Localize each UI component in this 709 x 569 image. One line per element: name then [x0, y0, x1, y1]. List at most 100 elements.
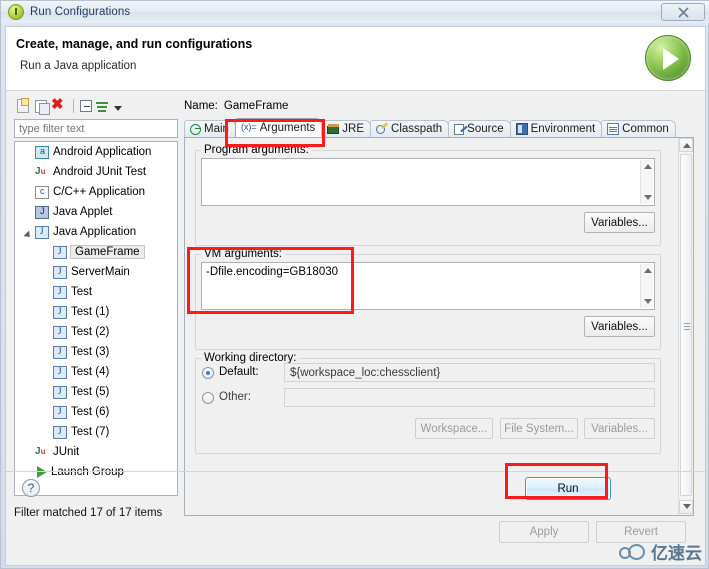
workspace-button[interactable]: Workspace...	[415, 418, 493, 439]
page-subtitle: Run a Java application	[20, 60, 137, 72]
expand-arrow-icon[interactable]	[25, 228, 34, 237]
tree-item[interactable]: Test (2)	[15, 322, 177, 342]
working-directory-variables-button[interactable]: Variables...	[584, 418, 655, 439]
help-button[interactable]: ?	[22, 479, 40, 497]
vm-arguments-value: -Dfile.encoding=GB18030	[206, 266, 339, 278]
java-icon	[53, 325, 67, 339]
new-document-icon[interactable]	[17, 98, 29, 113]
tab-main[interactable]: Main	[184, 120, 236, 137]
run-button[interactable]: Run	[525, 477, 611, 500]
red-delete-x-icon[interactable]: ✖	[51, 97, 67, 114]
tree-item[interactable]: Test (1)	[15, 302, 177, 322]
tree-item-label: Test (5)	[71, 386, 110, 398]
page-title: Create, manage, and run configurations	[16, 37, 253, 51]
arguments-tab-panel: Program arguments: Variables... VM argum…	[184, 138, 694, 516]
apply-button[interactable]: Apply	[499, 521, 589, 543]
program-arguments-label: Program arguments:	[201, 144, 312, 156]
scroll-down-icon[interactable]	[644, 195, 652, 200]
tab-label: Environment	[530, 123, 596, 135]
environment-tab-icon	[515, 123, 528, 135]
tree-item[interactable]: Test (4)	[15, 362, 177, 382]
tree-item[interactable]: Test	[15, 282, 177, 302]
tree-item-label: Test (2)	[71, 326, 110, 338]
vm-arguments-scrollbar[interactable]	[640, 264, 653, 308]
scroll-up-icon[interactable]	[644, 164, 652, 169]
tab-arguments[interactable]: (x)= Arguments	[234, 118, 323, 137]
tab-strip: Main (x)= Arguments JRE Classpath Source Envir…	[184, 118, 694, 138]
tree-item[interactable]: Java Application	[15, 222, 177, 242]
classpath-tab-icon	[376, 123, 388, 135]
launch-group-icon	[37, 466, 47, 478]
tree-item[interactable]: Test (3)	[15, 342, 177, 362]
tree-item-label: Launch Group	[51, 466, 124, 478]
configuration-editor-panel: Name: GameFrame Main (x)= Arguments JRE Clas…	[184, 95, 696, 543]
tree-item[interactable]: GameFrame	[15, 242, 177, 262]
tab-source[interactable]: Source	[448, 120, 511, 137]
panel-scrollbar[interactable]	[678, 138, 693, 514]
tree-item-label: Test	[71, 286, 93, 298]
tree-item[interactable]: Ju JUnit	[15, 442, 177, 462]
config-name-value[interactable]: GameFrame	[224, 100, 289, 112]
scroll-down-icon[interactable]	[644, 299, 652, 304]
java-icon	[53, 285, 67, 299]
tree-item[interactable]: C/C++ Application	[15, 182, 177, 202]
tree-item[interactable]: Test (5)	[15, 382, 177, 402]
java-icon	[53, 345, 67, 359]
tab-environment[interactable]: Environment	[509, 120, 603, 137]
working-directory-other-value[interactable]	[284, 388, 655, 407]
program-arguments-input[interactable]	[201, 158, 655, 206]
tree-item-label: Android Application	[53, 146, 152, 158]
tab-classpath[interactable]: Classpath	[370, 120, 450, 137]
tree-item[interactable]: ServerMain	[15, 262, 177, 282]
chevron-down-icon[interactable]	[114, 106, 122, 111]
program-arguments-scrollbar[interactable]	[640, 160, 653, 204]
java-applet-icon	[35, 205, 49, 219]
tree-item[interactable]: Launch Group	[15, 462, 177, 482]
title-bar: Run Configurations	[1, 1, 709, 23]
tree-item-label: Android JUnit Test	[53, 166, 147, 178]
file-system-button[interactable]: File System...	[500, 418, 578, 439]
vm-arguments-input[interactable]: -Dfile.encoding=GB18030	[201, 262, 655, 310]
configurations-tree-panel: ✖ Android Application Ju Android JUnit Tes…	[14, 95, 180, 539]
tree-item-label: JUnit	[53, 446, 80, 458]
tab-common[interactable]: Common	[601, 120, 676, 137]
tree-status-text: Filter matched 17 of 17 items	[14, 507, 163, 519]
tree-item[interactable]: Test (6)	[15, 402, 177, 422]
vm-arguments-variables-button[interactable]: Variables...	[584, 316, 655, 337]
tree-item[interactable]: Ju Android JUnit Test	[15, 162, 177, 182]
working-directory-default-radio[interactable]	[202, 367, 214, 379]
close-icon	[677, 6, 689, 18]
working-directory-other-radio[interactable]	[202, 392, 214, 404]
window-title: Run Configurations	[30, 6, 131, 18]
tab-label: JRE	[342, 123, 365, 135]
tree-item[interactable]: Java Applet	[15, 202, 177, 222]
java-icon	[53, 425, 67, 439]
close-button[interactable]	[661, 3, 705, 21]
green-play-icon	[645, 35, 691, 81]
scroll-down-button[interactable]	[679, 500, 693, 514]
scroll-up-button[interactable]	[679, 138, 693, 152]
tree-item[interactable]: Test (7)	[15, 422, 177, 442]
filter-input[interactable]	[14, 119, 178, 138]
tree-item[interactable]: Android Application	[15, 142, 177, 162]
main-tab-icon	[190, 123, 201, 135]
scroll-up-icon[interactable]	[644, 268, 652, 273]
program-arguments-variables-button[interactable]: Variables...	[584, 212, 655, 233]
java-icon	[53, 385, 67, 399]
filter-icon[interactable]	[96, 100, 110, 113]
duplicate-icon[interactable]	[35, 99, 50, 115]
collapse-all-icon[interactable]	[80, 100, 92, 112]
dialog-header: Create, manage, and run configurations R…	[6, 27, 705, 91]
tree-item-label: ServerMain	[71, 266, 130, 278]
tab-jre[interactable]: JRE	[321, 120, 372, 137]
configurations-tree[interactable]: Android Application Ju Android JUnit Test C…	[14, 141, 178, 496]
java-icon	[53, 405, 67, 419]
tree-item-label: Test (4)	[71, 366, 110, 378]
scroll-thumb[interactable]	[680, 154, 692, 496]
